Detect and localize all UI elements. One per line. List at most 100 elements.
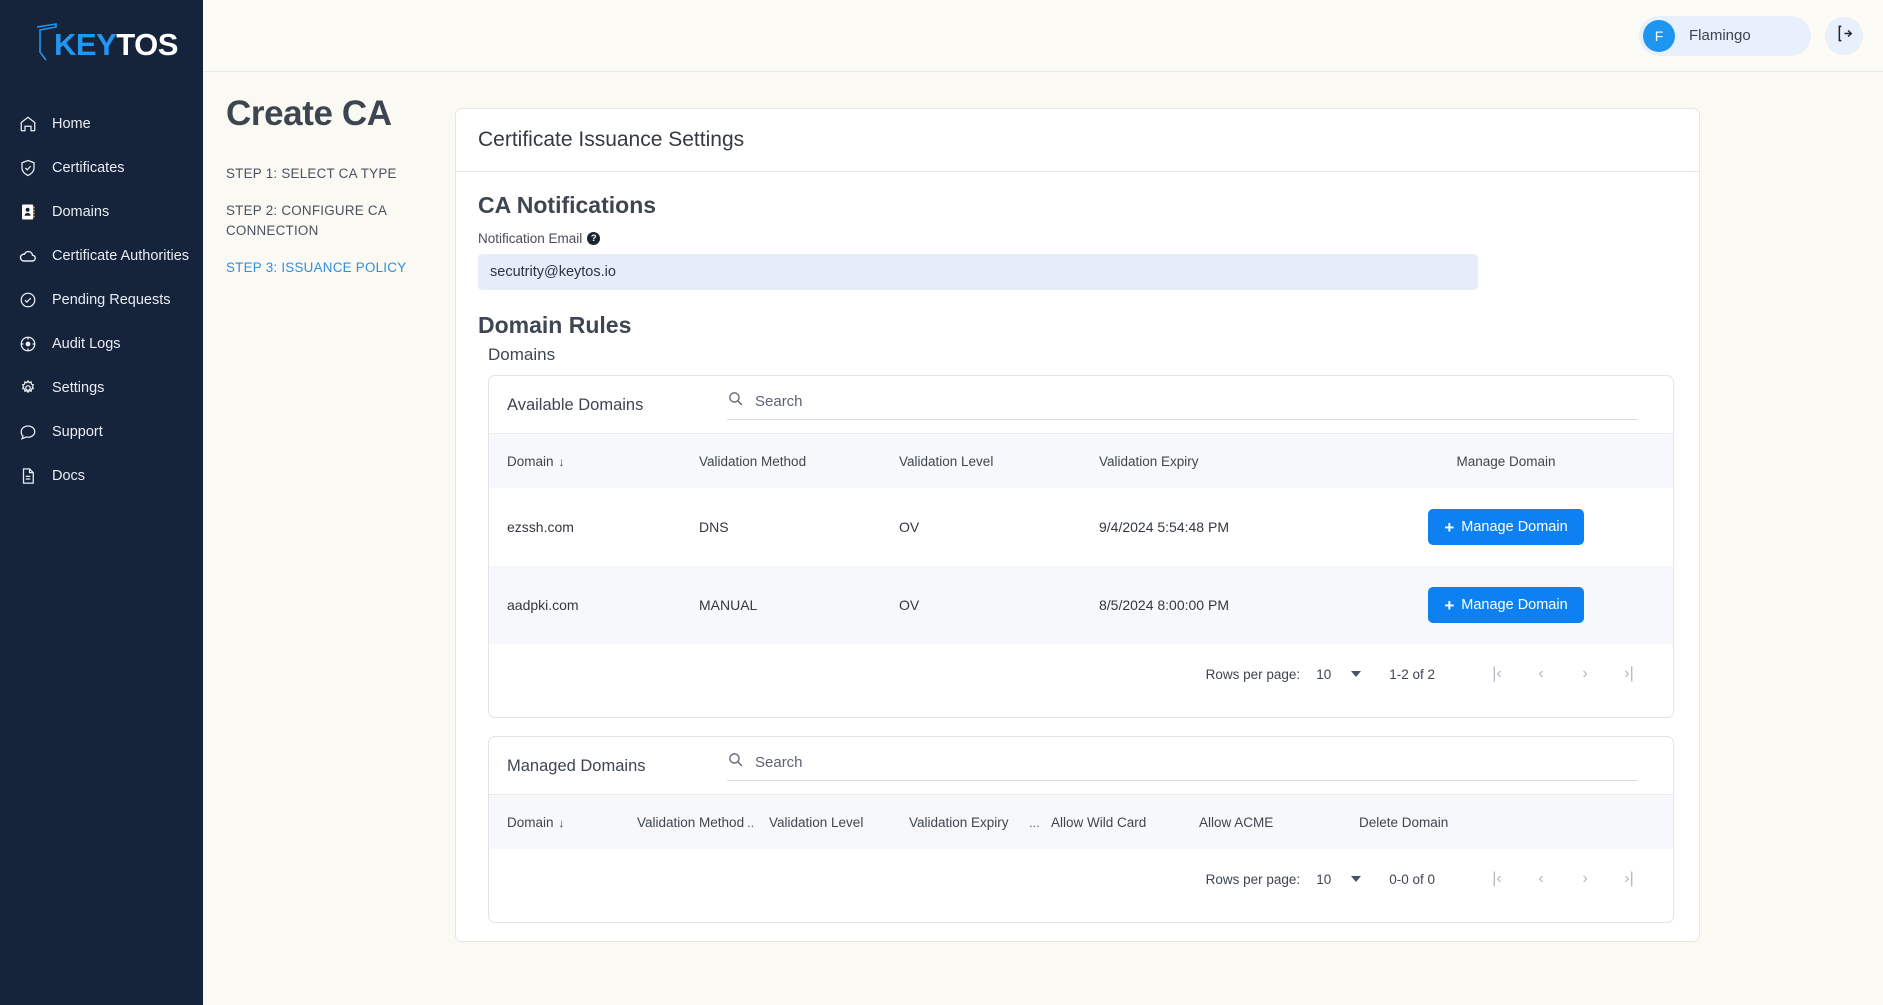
gear-icon	[16, 376, 40, 400]
manage-domain-button[interactable]: + Manage Domain	[1428, 587, 1584, 623]
content-area: Create CA STEP 1: SELECT CA TYPE STEP 2:…	[203, 72, 1883, 1005]
rows-per-page-value: 10	[1316, 871, 1332, 887]
first-page-button[interactable]: |‹	[1475, 864, 1519, 894]
brand-logo[interactable]: KEYTOS	[0, 8, 203, 80]
column-header-allow-acme[interactable]: Allow ACME	[1199, 795, 1359, 849]
cell-domain: ezssh.com	[507, 519, 574, 535]
column-header-validation-expiry[interactable]: Validation Expiry	[909, 795, 1029, 849]
check-circle-icon	[16, 288, 40, 312]
sidebar-item-domains[interactable]: Domains	[0, 190, 203, 234]
column-header-validation-level[interactable]: Validation Level	[899, 434, 1099, 488]
manage-domain-button[interactable]: + Manage Domain	[1428, 509, 1584, 545]
managed-domains-search[interactable]	[727, 751, 1637, 781]
page-range-label: 0-0 of 0	[1389, 871, 1435, 887]
available-domains-panel: Available Domains Search Domain ↓ Valida…	[488, 375, 1674, 718]
available-domains-thead: Domain ↓ Validation Method Validation Lev…	[489, 434, 1673, 488]
sidebar-item-label: Certificate Authorities	[52, 248, 190, 264]
managed-domains-title: Managed Domains	[507, 756, 646, 775]
sidebar-item-label: Pending Requests	[52, 292, 171, 308]
sidebar-item-home[interactable]: Home	[0, 102, 203, 146]
card-title: Certificate Issuance Settings	[456, 109, 1699, 172]
logout-icon	[1835, 24, 1854, 48]
rows-per-page-label: Rows per page:	[1205, 666, 1301, 682]
logout-button[interactable]	[1825, 16, 1863, 55]
column-overflow-indicator-1: ..	[747, 814, 755, 830]
logo-text-key: KEY	[54, 26, 117, 62]
help-icon[interactable]: ?	[587, 232, 601, 245]
cell-validation-level: OV	[899, 597, 920, 613]
column-header-domain[interactable]: Domain ↓	[489, 434, 699, 488]
sidebar-item-certificate-authorities[interactable]: Certificate Authorities	[0, 234, 203, 278]
column-header-allow-wild-card[interactable]: Allow Wild Card	[1051, 795, 1199, 849]
table-row[interactable]: ezssh.com DNS OV 9/4/2024 5:54:48 PM + M…	[489, 488, 1673, 566]
card-body: CA Notifications Notification Email ? Do…	[456, 172, 1699, 923]
cell-manage-domain: + Manage Domain	[1339, 566, 1673, 644]
sidebar-item-label: Audit Logs	[52, 336, 121, 352]
sidebar-item-audit-logs[interactable]: Audit Logs	[0, 322, 203, 366]
last-page-button[interactable]: ›|	[1607, 659, 1651, 689]
managed-domains-table: Domain ↓ Validation Method .. Validation …	[489, 795, 1673, 849]
sidebar-item-pending-requests[interactable]: Pending Requests	[0, 278, 203, 322]
managed-domains-thead: Domain ↓ Validation Method .. Validation …	[489, 795, 1673, 849]
column-label: Domain	[507, 453, 554, 469]
sidebar: KEYTOS Home Certificates Domains Certifi…	[0, 0, 203, 1005]
sidebar-item-label: Docs	[52, 468, 86, 484]
previous-page-button[interactable]: ‹	[1519, 659, 1563, 689]
sidebar-item-label: Certificates	[52, 160, 125, 176]
wizard-step-3[interactable]: STEP 3: ISSUANCE POLICY	[226, 258, 455, 278]
available-domains-table: Domain ↓ Validation Method Validation Lev…	[489, 434, 1673, 644]
user-menu-chip[interactable]: F Flamingo	[1639, 15, 1811, 56]
last-page-button[interactable]: ›|	[1607, 864, 1651, 894]
first-page-button[interactable]: |‹	[1475, 659, 1519, 689]
home-icon	[16, 112, 40, 136]
search-icon	[727, 390, 744, 412]
rows-per-page-select[interactable]: 10	[1316, 871, 1362, 887]
logo-text-tos: TOS	[116, 26, 178, 62]
sidebar-item-settings[interactable]: Settings	[0, 366, 203, 410]
contact-book-icon	[16, 200, 40, 224]
sidebar-item-docs[interactable]: Docs	[0, 454, 203, 498]
previous-page-button[interactable]: ‹	[1519, 864, 1563, 894]
next-page-button[interactable]: ›	[1563, 659, 1607, 689]
cell-manage-domain: + Manage Domain	[1339, 488, 1673, 566]
column-header-validation-method[interactable]: Validation Method	[699, 434, 899, 488]
sidebar-item-certificates[interactable]: Certificates	[0, 146, 203, 190]
managed-domains-header: Managed Domains	[489, 737, 1673, 795]
available-domains-search-input[interactable]	[755, 392, 1637, 410]
cell-validation-level: OV	[899, 519, 920, 535]
column-header-validation-level[interactable]: Validation Level	[769, 795, 909, 849]
notification-email-label-text: Notification Email	[478, 231, 583, 246]
rows-per-page-label: Rows per page:	[1205, 871, 1301, 887]
chevron-down-icon	[1351, 876, 1362, 882]
plus-icon: +	[1444, 517, 1455, 537]
compass-icon	[16, 332, 40, 356]
notification-email-input[interactable]	[478, 254, 1478, 290]
table-header-row: Domain ↓ Validation Method .. Validation …	[489, 795, 1673, 849]
rows-per-page-select[interactable]: 10	[1316, 667, 1362, 682]
available-domains-header: Available Domains	[489, 376, 1673, 434]
table-row[interactable]: aadpki.com MANUAL OV 8/5/2024 8:00:00 PM…	[489, 566, 1673, 644]
domain-rules-heading: Domain Rules	[478, 312, 632, 338]
column-header-validation-expiry[interactable]: Validation Expiry	[1099, 434, 1339, 488]
sidebar-item-support[interactable]: Support	[0, 410, 203, 454]
cell-validation-expiry: 9/4/2024 5:54:48 PM	[1099, 519, 1229, 535]
column-header-manage-domain: Manage Domain	[1456, 453, 1556, 469]
next-page-button[interactable]: ›	[1563, 864, 1607, 894]
user-name-label: Flamingo	[1689, 27, 1751, 44]
wizard-steps-column: Create CA STEP 1: SELECT CA TYPE STEP 2:…	[203, 72, 455, 1005]
wizard-step-1[interactable]: STEP 1: SELECT CA TYPE	[226, 164, 455, 184]
managed-domains-search-input[interactable]	[755, 753, 1637, 771]
sort-descending-icon: ↓	[558, 815, 565, 830]
column-header-domain[interactable]: Domain ↓	[489, 795, 637, 849]
available-domains-paginator: Rows per page: 10 1-2 of 2 |‹ ‹ › ›|	[489, 644, 1673, 717]
search-icon	[727, 751, 744, 773]
sidebar-nav: Home Certificates Domains Certificate Au…	[0, 102, 203, 498]
cell-validation-method: DNS	[699, 519, 729, 535]
column-header-validation-method[interactable]: Validation Method	[637, 795, 747, 849]
wizard-step-2[interactable]: STEP 2: CONFIGURE CA CONNECTION	[226, 201, 455, 241]
avatar: F	[1643, 19, 1675, 52]
certificate-issuance-settings-card: Certificate Issuance Settings CA Notific…	[455, 108, 1700, 942]
available-domains-search[interactable]	[727, 390, 1637, 420]
document-icon	[16, 464, 40, 488]
chat-bubble-icon	[16, 420, 40, 444]
